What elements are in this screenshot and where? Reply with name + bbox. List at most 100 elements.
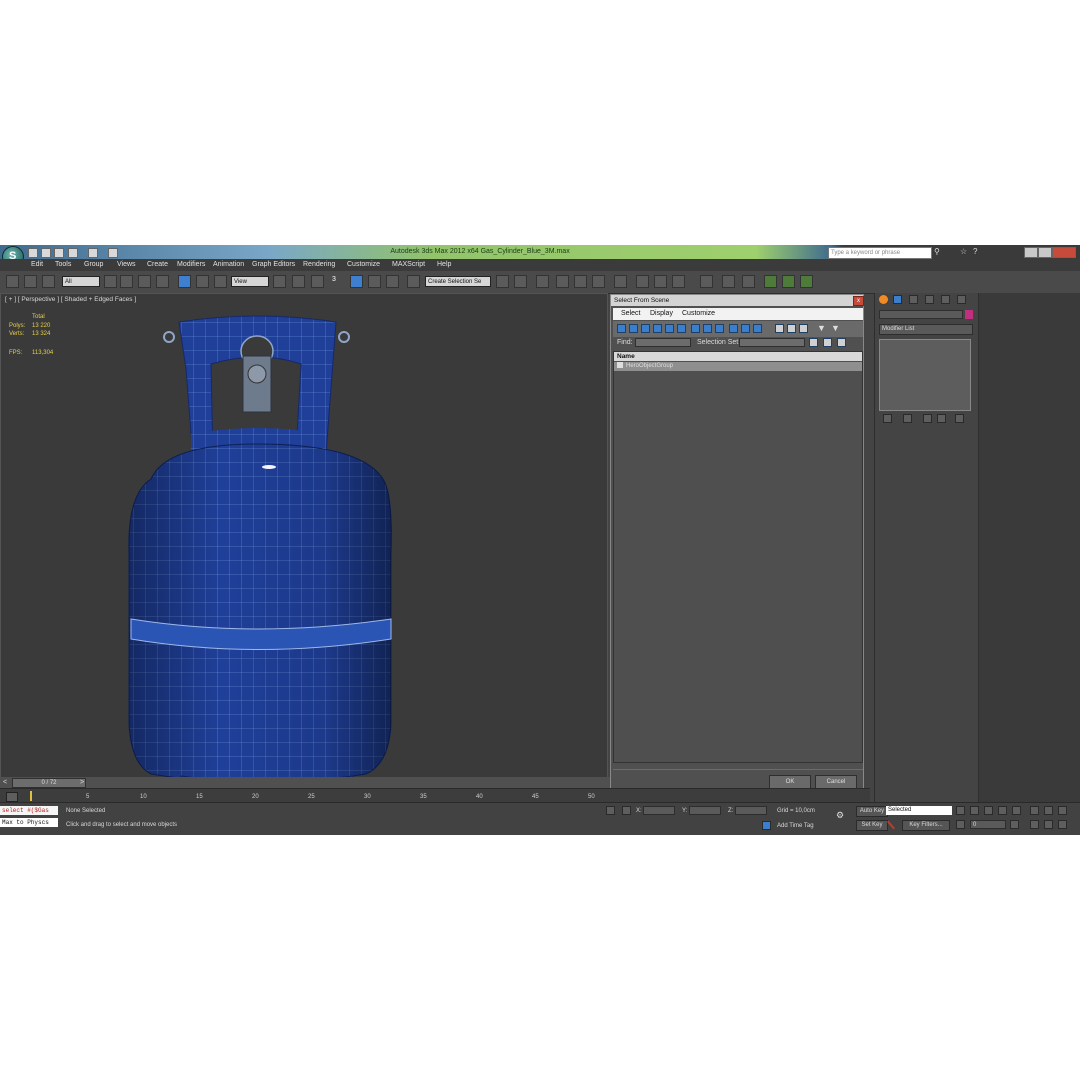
menu-graph-editors[interactable]: Graph Editors [252, 261, 295, 268]
display-tab-icon[interactable] [941, 295, 950, 304]
filter-icon[interactable]: ▼ [817, 323, 826, 333]
spinner-snap-icon[interactable] [386, 275, 399, 288]
material-editor-icon[interactable] [614, 275, 627, 288]
select-all-icon[interactable] [809, 338, 818, 347]
close-button[interactable] [1052, 247, 1076, 258]
favorites-icon[interactable]: ☆ [960, 247, 967, 256]
display-containers-icon[interactable] [729, 324, 738, 333]
auto-key-button[interactable]: Auto Key [856, 806, 888, 817]
select-scale-icon[interactable] [214, 275, 227, 288]
go-to-start-icon[interactable] [956, 806, 965, 815]
object-name-field[interactable] [879, 310, 963, 319]
new-file-icon[interactable] [28, 248, 38, 258]
display-groups-icon[interactable] [691, 324, 700, 333]
select-none-icon[interactable] [823, 338, 832, 347]
display-frozen-icon[interactable] [741, 324, 750, 333]
make-unique-icon[interactable] [923, 414, 932, 423]
z-coordinate-field[interactable] [735, 806, 767, 815]
maximize-button[interactable] [1038, 247, 1052, 258]
add-time-tag[interactable]: Add Time Tag [777, 823, 814, 829]
project-folder-icon[interactable] [108, 248, 118, 258]
track-bar[interactable]: 5 10 15 20 25 30 35 40 45 50 [0, 788, 870, 803]
orbit-icon[interactable] [1058, 820, 1067, 829]
current-frame-field[interactable]: 0 [970, 820, 1006, 829]
select-move-icon[interactable] [178, 275, 191, 288]
selection-set-dropdown[interactable] [739, 338, 805, 347]
window-crossing-icon[interactable] [156, 275, 169, 288]
zoom-all-icon[interactable] [1044, 806, 1053, 815]
physics-icon[interactable] [742, 275, 755, 288]
align-icon[interactable] [514, 275, 527, 288]
selection-lock-icon[interactable] [606, 806, 615, 815]
rendered-frame-icon[interactable] [654, 275, 667, 288]
menu-views[interactable]: Views [117, 261, 136, 268]
link-icon[interactable] [6, 275, 19, 288]
display-spacewarps-icon[interactable] [677, 324, 686, 333]
bind-space-warp-icon[interactable] [42, 275, 55, 288]
pan-view-icon[interactable] [1044, 820, 1053, 829]
perspective-viewport[interactable]: [ + ] [ Perspective ] [ Shaded + Edged F… [0, 293, 608, 825]
dialog-menu-select[interactable]: Select [621, 310, 640, 317]
column-header-name[interactable]: Name [614, 352, 862, 361]
display-none-icon[interactable] [787, 324, 796, 333]
display-xrefs-icon[interactable] [703, 324, 712, 333]
create-tab-icon[interactable] [879, 295, 888, 304]
curve-editor-icon[interactable] [574, 275, 587, 288]
ok-button[interactable]: OK [769, 775, 811, 789]
display-invert-icon[interactable] [799, 324, 808, 333]
list-item[interactable]: HeroObjectGroup [614, 362, 862, 371]
menu-group[interactable]: Group [84, 261, 103, 268]
percent-snap-icon[interactable] [368, 275, 381, 288]
massfx-icon[interactable] [764, 275, 777, 288]
menu-maxscript[interactable]: MAXScript [392, 261, 425, 268]
display-geometry-icon[interactable] [617, 324, 626, 333]
binoculars-icon[interactable]: ⚲ [934, 247, 940, 256]
snap-toggle[interactable]: 3 [332, 276, 336, 283]
motion-tab-icon[interactable] [925, 295, 934, 304]
key-mode-toggle-icon[interactable] [956, 820, 965, 829]
select-rotate-icon[interactable] [196, 275, 209, 288]
render-setup-icon[interactable] [636, 275, 649, 288]
key-mode-dropdown[interactable]: Selected [886, 806, 952, 815]
display-all-icon[interactable] [775, 324, 784, 333]
configure-modifier-sets-icon[interactable] [955, 414, 964, 423]
time-slider-prev[interactable]: < [3, 779, 7, 786]
key-icon[interactable]: ⚙ [836, 810, 844, 821]
display-hidden-icon[interactable] [753, 324, 762, 333]
x-coordinate-field[interactable] [643, 806, 675, 815]
menu-edit[interactable]: Edit [31, 261, 43, 268]
show-end-result-icon[interactable] [903, 414, 912, 423]
filter-options-icon[interactable]: ▼ [831, 323, 840, 333]
menu-rendering[interactable]: Rendering [303, 261, 335, 268]
help-icon[interactable]: ? [973, 247, 977, 256]
angle-snap-icon[interactable] [350, 275, 363, 288]
time-tag-icon[interactable] [762, 821, 771, 830]
key-filters-button[interactable]: Key Filters... [902, 820, 950, 831]
pin-stack-icon[interactable] [883, 414, 892, 423]
absolute-mode-icon[interactable] [622, 806, 631, 815]
set-key-icon[interactable] [887, 820, 895, 830]
display-shapes-icon[interactable] [629, 324, 638, 333]
pivot-center-icon[interactable] [273, 275, 286, 288]
redo-icon[interactable] [88, 248, 98, 258]
time-configuration-icon[interactable] [1010, 820, 1019, 829]
set-key-button[interactable]: Set Key [856, 820, 888, 831]
modifier-stack[interactable] [879, 339, 971, 411]
scene-object-list[interactable]: Name HeroObjectGroup [613, 351, 863, 763]
selection-filter-dropdown[interactable]: All [62, 276, 100, 287]
named-selection-dropdown[interactable]: Create Selection Se [425, 276, 491, 287]
next-frame-icon[interactable] [998, 806, 1007, 815]
modifier-list-dropdown[interactable]: Modifier List [879, 324, 973, 335]
zoom-extents-icon[interactable] [1058, 806, 1067, 815]
dialog-close-button[interactable]: x [853, 296, 864, 306]
zoom-icon[interactable] [1030, 806, 1039, 815]
maxscript-listener-line2[interactable]: Max to Physcs [0, 818, 58, 827]
maxscript-listener-line1[interactable]: select #($Gas [0, 806, 58, 815]
dialog-menu-customize[interactable]: Customize [682, 310, 715, 317]
select-by-name-icon[interactable] [120, 275, 133, 288]
display-lights-icon[interactable] [641, 324, 650, 333]
time-slider-next[interactable]: > [80, 779, 84, 786]
utilities-tab-icon[interactable] [957, 295, 966, 304]
menu-modifiers[interactable]: Modifiers [177, 261, 205, 268]
particle-view-icon[interactable] [722, 275, 735, 288]
